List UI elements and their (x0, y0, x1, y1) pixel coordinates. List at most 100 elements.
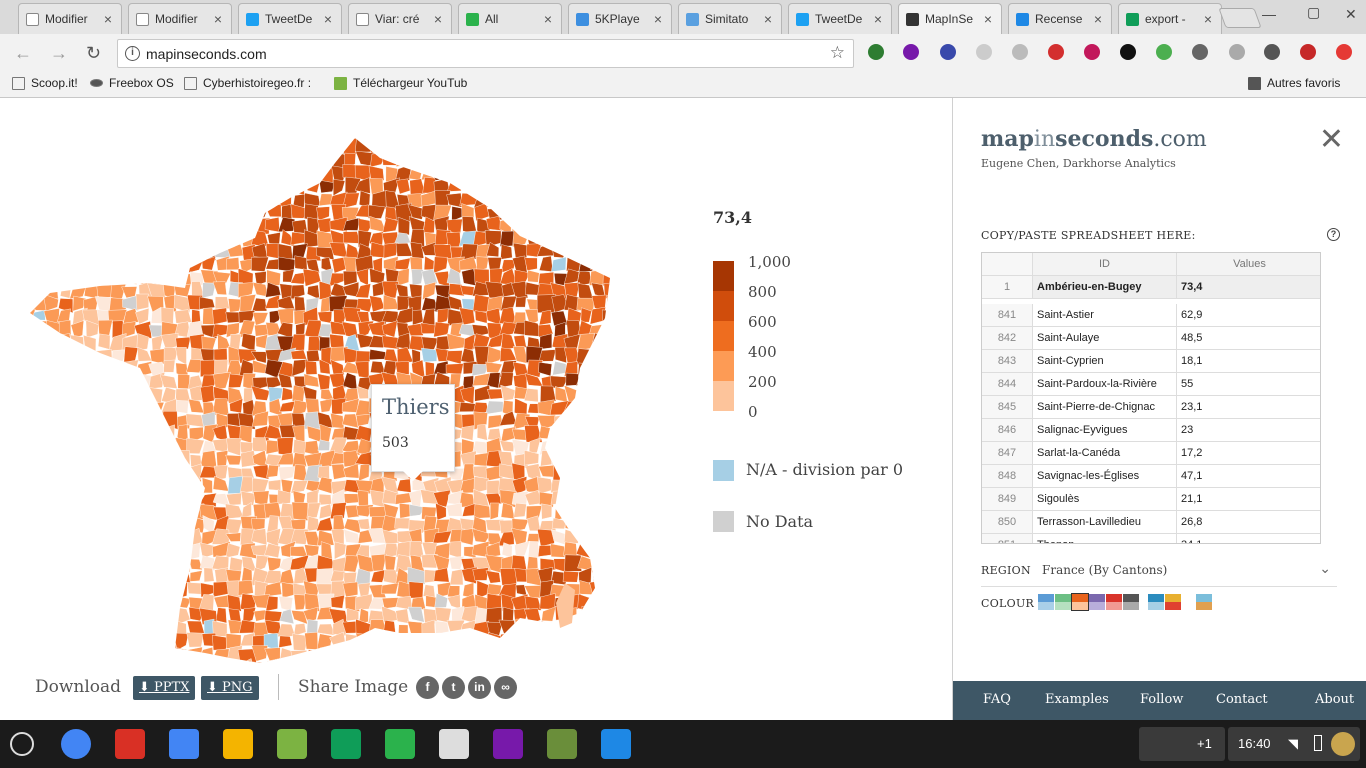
tab-5[interactable]: All × (458, 3, 562, 34)
map-region[interactable] (264, 217, 280, 233)
table-row[interactable]: 845 Saint-Pierre-de-Chignac 23,1 (982, 396, 1320, 419)
tab-7[interactable]: Simitato × (678, 3, 782, 34)
table-row[interactable]: 851Thenon34,1 (982, 534, 1320, 543)
map-region[interactable] (473, 503, 491, 519)
minimize-icon[interactable]: — (1262, 6, 1276, 22)
pin-icon[interactable] (1336, 44, 1352, 60)
map-region[interactable] (565, 372, 579, 387)
map-region[interactable] (384, 554, 397, 572)
bookmark-scoopit[interactable]: Scoop.it! (12, 76, 78, 90)
map-region[interactable] (203, 567, 215, 583)
footer-about-link[interactable]: About (1315, 692, 1354, 707)
forward-icon[interactable]: → (50, 43, 68, 64)
turtle-icon[interactable] (547, 729, 577, 759)
bookmark-star-icon[interactable]: ☆ (830, 43, 845, 63)
info-icon[interactable]: i (125, 46, 140, 61)
map-region[interactable] (226, 257, 240, 271)
footer-follow-link[interactable]: Follow (1140, 692, 1183, 707)
map-region[interactable] (357, 490, 369, 507)
map-region[interactable] (487, 414, 504, 429)
map-region[interactable] (513, 502, 527, 518)
twitter-icon[interactable]: t (442, 676, 465, 699)
cell-id[interactable]: Sarlat-la-Canéda (1033, 442, 1177, 464)
cell-value[interactable]: 62,9 (1177, 304, 1320, 326)
reload-icon[interactable]: ↻ (86, 43, 101, 64)
map-region[interactable] (460, 425, 475, 441)
drive-icon[interactable] (331, 729, 361, 759)
map-region[interactable] (276, 437, 294, 456)
close-panel-icon[interactable]: ✕ (1319, 122, 1344, 157)
map-region[interactable] (395, 608, 410, 624)
map-region[interactable] (214, 296, 230, 310)
window-close-icon[interactable]: ✕ (1345, 6, 1357, 23)
cell-value[interactable]: 47,1 (1177, 465, 1320, 487)
back-icon[interactable]: ← (14, 43, 32, 64)
cell-id[interactable]: Terrasson-Lavilledieu (1033, 511, 1177, 533)
gmail-icon[interactable] (115, 729, 145, 759)
tab-4[interactable]: Viar: cré × (348, 3, 452, 34)
map-region[interactable] (58, 319, 72, 336)
map-region[interactable] (475, 244, 490, 259)
map-region[interactable] (318, 493, 332, 506)
map-region[interactable] (472, 567, 489, 581)
ext-green-icon[interactable] (868, 44, 884, 60)
map-region[interactable] (163, 359, 176, 373)
map-region[interactable] (176, 400, 189, 414)
table-row[interactable]: 849 Sigoulès 21,1 (982, 488, 1320, 511)
map-region[interactable] (513, 335, 527, 349)
colour-swatch[interactable] (1071, 593, 1089, 611)
choropleth-map[interactable] (20, 128, 630, 668)
cell-value[interactable]: 21,1 (1177, 488, 1320, 510)
other-bookmarks[interactable]: Autres favoris (1248, 76, 1340, 90)
map-region[interactable] (239, 425, 253, 444)
table-row[interactable]: 843 Saint-Cyprien 18,1 (982, 350, 1320, 373)
colour-swatch[interactable] (1165, 594, 1181, 610)
map-region[interactable] (527, 403, 540, 414)
tab-3[interactable]: TweetDe × (238, 3, 342, 34)
colour-swatch[interactable] (1038, 594, 1054, 610)
footer-contact-link[interactable]: Contact (1216, 692, 1268, 707)
avatar[interactable] (1331, 732, 1355, 756)
docs-icon[interactable] (169, 729, 199, 759)
tab-close-icon[interactable]: × (434, 11, 442, 27)
tab-close-icon[interactable]: × (104, 11, 112, 27)
map-region[interactable] (200, 385, 215, 404)
onenote-icon[interactable] (903, 44, 919, 60)
cell-value[interactable]: 34,1 (1177, 534, 1320, 543)
cell-value[interactable]: 17,2 (1177, 442, 1320, 464)
play-store-icon[interactable] (439, 729, 469, 759)
map-region[interactable] (177, 373, 190, 389)
table-row[interactable]: 848 Savignac-les-Églises 47,1 (982, 465, 1320, 488)
cell-value[interactable]: 23,1 (1177, 396, 1320, 418)
colour-swatch[interactable] (1196, 594, 1212, 610)
help-icon[interactable]: ? (1327, 228, 1340, 241)
link-icon[interactable]: ∞ (494, 676, 517, 699)
tab-1[interactable]: Modifier × (18, 3, 122, 34)
table-row[interactable]: 850 Terrasson-Lavilledieu 26,8 (982, 511, 1320, 534)
map-region[interactable] (306, 349, 320, 363)
tab-close-icon[interactable]: × (214, 11, 222, 27)
map-region[interactable] (265, 243, 280, 259)
tab-close-icon[interactable]: × (1204, 11, 1212, 27)
record-icon[interactable] (1084, 44, 1100, 60)
colour-swatch[interactable] (1089, 594, 1105, 610)
cell-value[interactable]: 55 (1177, 373, 1320, 395)
map-region[interactable] (562, 570, 579, 583)
facebook-icon[interactable]: f (416, 676, 439, 699)
map-region[interactable] (212, 307, 228, 325)
header-id[interactable]: ID (1033, 253, 1177, 275)
pen-icon[interactable] (1264, 44, 1280, 60)
table-row[interactable]: 846 Salignac-Eyvigues 23 (982, 419, 1320, 442)
region-value[interactable]: France (By Cantons) (1042, 563, 1167, 577)
bookmark-cyberhistoiregeo[interactable]: Cyberhistoiregeo.fr : (184, 76, 322, 90)
map-region[interactable] (215, 607, 227, 624)
map-region[interactable] (239, 619, 257, 634)
slides-icon[interactable] (223, 729, 253, 759)
map-region[interactable] (563, 541, 578, 557)
colour-swatch[interactable] (1123, 594, 1139, 610)
maximize-icon[interactable]: ▢ (1307, 4, 1320, 21)
k-icon[interactable] (940, 44, 956, 60)
app-icon[interactable] (277, 729, 307, 759)
linkedin-icon[interactable]: in (468, 676, 491, 699)
map-region[interactable] (200, 450, 218, 469)
